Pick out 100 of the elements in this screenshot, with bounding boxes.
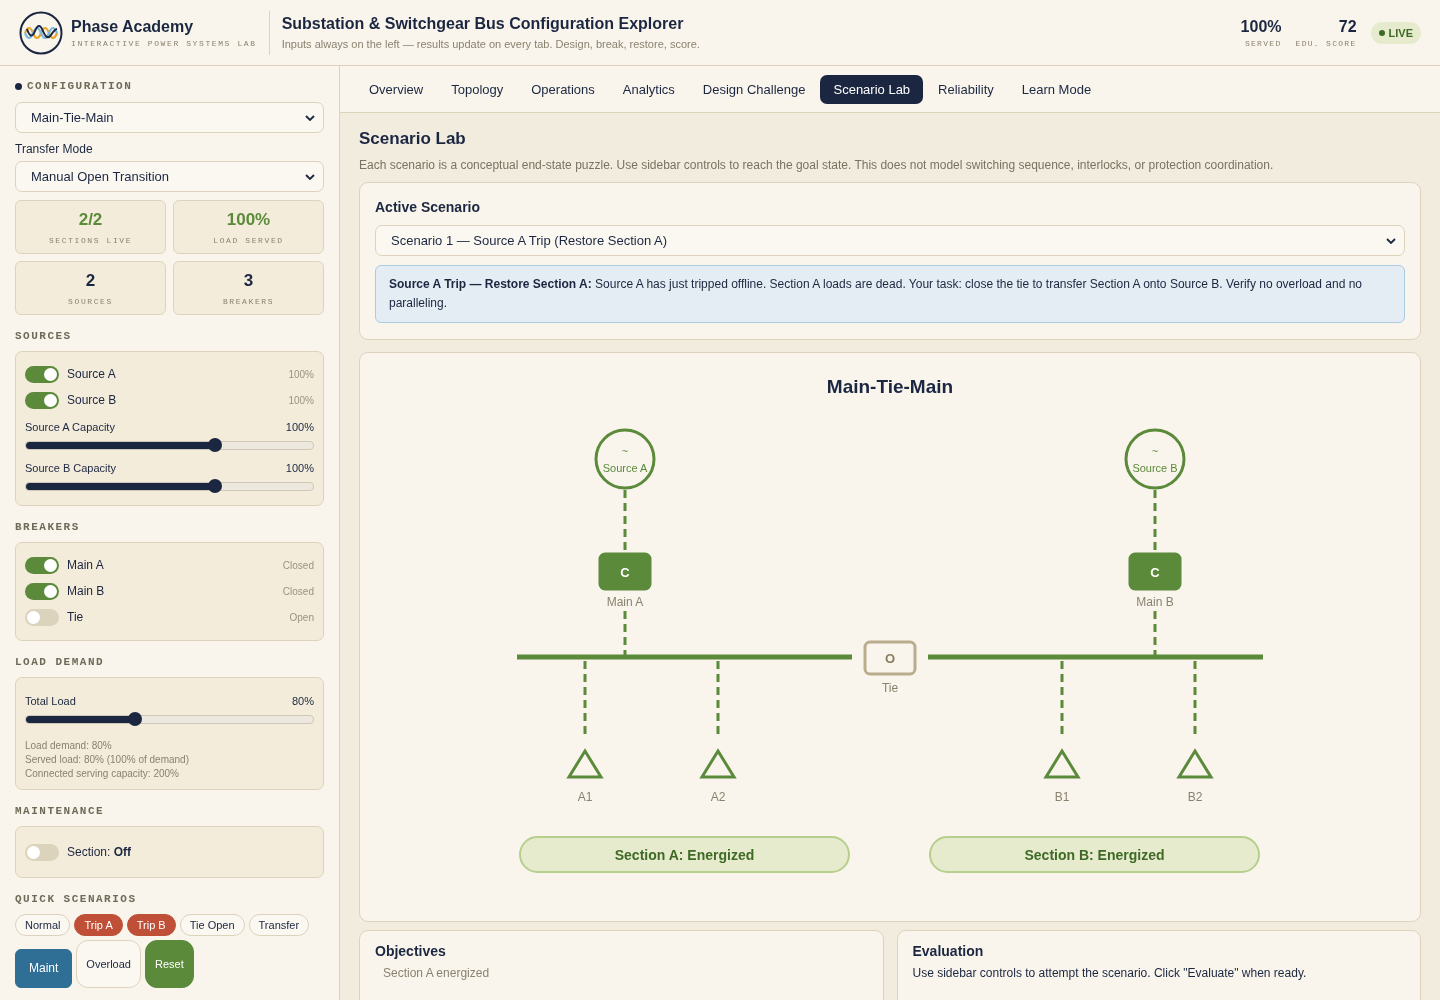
slider-reading: 80%	[291, 695, 314, 707]
nav-tab[interactable]: Topology	[438, 74, 517, 104]
metric-value: 100%	[226, 209, 271, 230]
page-description: Each scenario is a conceptual end-state puzzle. Use sidebar controls to reach the goal state. This does not model switching sequence, interlocks, or protection coordination.	[359, 158, 1275, 172]
source-node: ~ Source B	[1124, 428, 1186, 490]
stat-value: 72	[1338, 17, 1357, 36]
toggle-switch[interactable]	[25, 582, 59, 600]
slider-reading: 100%	[285, 462, 314, 474]
metric-value: 3	[243, 270, 254, 291]
toggle-label: Source A	[67, 367, 117, 381]
chevron-down-icon	[1386, 237, 1396, 244]
scenario-chip[interactable]: Tie Open	[179, 914, 245, 936]
scenario-chip[interactable]: Normal	[15, 914, 71, 936]
toggle-label: Tie	[67, 610, 85, 624]
slider-label: Source B Capacity	[25, 462, 117, 474]
nav-tab[interactable]: Reliability	[925, 74, 1007, 104]
scenario-chip[interactable]: Transfer	[248, 914, 310, 936]
nav-tab[interactable]: Operations	[518, 74, 608, 104]
capacity-slider[interactable]	[25, 482, 314, 491]
scenario-chip[interactable]: Reset	[145, 940, 194, 988]
section-status-pill: Section A: Energized	[519, 836, 850, 873]
toggle-switch[interactable]	[25, 843, 59, 861]
toggle-switch[interactable]	[25, 391, 59, 409]
wave-logo-icon	[19, 10, 63, 55]
card-title: Evaluation	[912, 943, 985, 959]
card-title: Active Scenario	[375, 199, 482, 215]
brand-name: Phase Academy	[71, 17, 195, 36]
section-heading: CONFIGURATION	[27, 80, 133, 92]
load-label: A2	[710, 790, 726, 804]
toggle-label: Main B	[67, 584, 106, 598]
toggle-reading: Closed	[282, 585, 314, 597]
configuration-select[interactable]: Main-Tie-Main	[15, 102, 324, 133]
evaluation-text: Use sidebar controls to attempt the scenario. Click "Evaluate" when ready.	[912, 966, 1308, 980]
toggle-reading: Closed	[282, 559, 314, 571]
stat-label: EDU. SCORE	[1295, 38, 1357, 48]
scenario-info: Source A Trip — Restore Section A: Source A has just tripped offline. Section A loads are dead. Your task: close the tie to transfer Section A onto Source B. Verify no overload and no paralleling.	[375, 265, 1405, 323]
nav-tab[interactable]: Design Challenge	[689, 74, 819, 104]
scenario-chip[interactable]: Overload	[76, 940, 141, 988]
nav-tab[interactable]: Overview	[356, 74, 437, 104]
card-title: Objectives	[375, 943, 447, 959]
section-heading: LOAD DEMAND	[15, 656, 106, 668]
toggle-switch[interactable]	[25, 556, 59, 574]
diagram-title: Main-Tie-Main	[826, 376, 954, 397]
load-label: B1	[1054, 790, 1070, 804]
tie-label: Tie	[881, 681, 899, 695]
transfer-mode-select[interactable]: Manual Open Transition	[15, 161, 324, 192]
slider-reading: 100%	[285, 421, 314, 433]
section-heading: MAINTENANCE	[15, 805, 106, 817]
toggle-label: Source B	[67, 393, 118, 407]
load-note: Load demand: 80%	[25, 740, 113, 751]
source-node: ~ Source A	[594, 428, 656, 490]
chevron-down-icon	[305, 114, 315, 121]
section-status-pill: Section B: Energized	[929, 836, 1260, 873]
metric-label: LOAD SERVED	[213, 235, 284, 245]
capacity-slider[interactable]	[25, 441, 314, 450]
metric-value: 2/2	[78, 209, 103, 230]
toggle-label: Main A	[67, 558, 105, 572]
load-label: A1	[577, 790, 593, 804]
scenario-select[interactable]: Scenario 1 — Source A Trip (Restore Section A)	[375, 225, 1405, 256]
toggle-reading: 100%	[288, 368, 314, 380]
brand-tagline: INTERACTIVE POWER SYSTEMS LAB	[71, 38, 257, 48]
section-heading: SOURCES	[15, 330, 73, 342]
scenario-chip[interactable]: Maint	[15, 949, 73, 988]
load-note: Served load: 80% (100% of demand)	[25, 754, 190, 765]
toggle-reading: Open	[289, 611, 314, 623]
load-label: B2	[1187, 790, 1203, 804]
nav-tab[interactable]: Learn Mode	[1008, 74, 1105, 104]
slider-label: Source A Capacity	[25, 421, 115, 433]
app-subtitle: Inputs always on the left — results update on every tab. Design, break, restore, score.	[281, 38, 701, 50]
metric-label: SOURCES	[68, 296, 113, 306]
breaker-label: Main B	[1136, 595, 1174, 609]
metric-label: SECTIONS LIVE	[48, 235, 133, 245]
chevron-down-icon	[305, 173, 315, 180]
app-title: Substation & Switchgear Bus Configuration Explorer	[281, 15, 685, 33]
section-heading: QUICK SCENARIOS	[15, 893, 138, 905]
feeder-line	[623, 611, 627, 655]
toggle-switch[interactable]	[25, 365, 59, 383]
toggle-label: Section: Off	[67, 845, 133, 859]
page-title: Scenario Lab	[359, 129, 467, 149]
breaker-node: C	[1128, 552, 1182, 591]
scenario-chip[interactable]: Trip B	[126, 914, 176, 936]
nav-tab[interactable]: Scenario Lab	[820, 74, 924, 104]
load-slider[interactable]	[25, 715, 314, 724]
slider-label: Total Load	[25, 695, 76, 707]
metric-value: 2	[85, 270, 96, 291]
stat-label: SERVED	[1244, 38, 1282, 48]
toggle-reading: 100%	[288, 394, 314, 406]
nav-tab[interactable]: Analytics	[609, 74, 688, 104]
breaker-node: C	[598, 552, 652, 591]
breaker-label: Main A	[606, 595, 644, 609]
live-badge: LIVE	[1370, 21, 1421, 44]
section-heading: BREAKERS	[15, 521, 81, 533]
toggle-switch[interactable]	[25, 608, 59, 626]
feeder-line	[1153, 611, 1157, 655]
field-label: Transfer Mode	[15, 142, 94, 156]
tie-breaker-node: O	[863, 640, 917, 676]
stat-value: 100%	[1240, 17, 1282, 36]
metric-label: BREAKERS	[222, 296, 275, 306]
load-note: Connected serving capacity: 200%	[25, 768, 180, 779]
scenario-chip[interactable]: Trip A	[74, 914, 123, 936]
